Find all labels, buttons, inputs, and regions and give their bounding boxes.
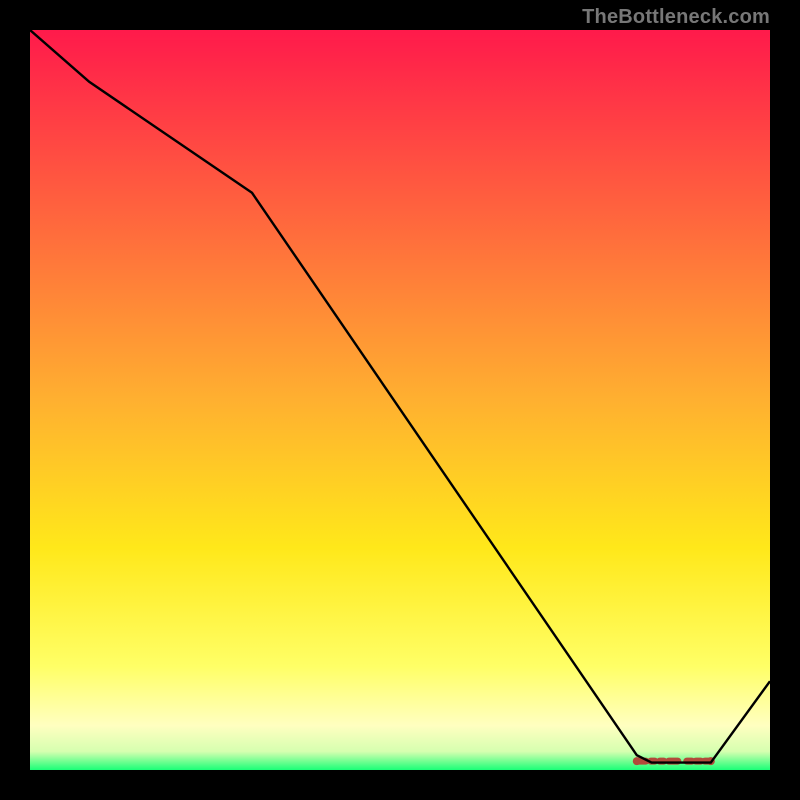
chart-frame: TheBottleneck.com bbox=[0, 0, 800, 800]
gradient-background bbox=[30, 30, 770, 770]
plot-area bbox=[30, 30, 770, 770]
chart-svg bbox=[30, 30, 770, 770]
watermark-text: TheBottleneck.com bbox=[582, 6, 770, 29]
